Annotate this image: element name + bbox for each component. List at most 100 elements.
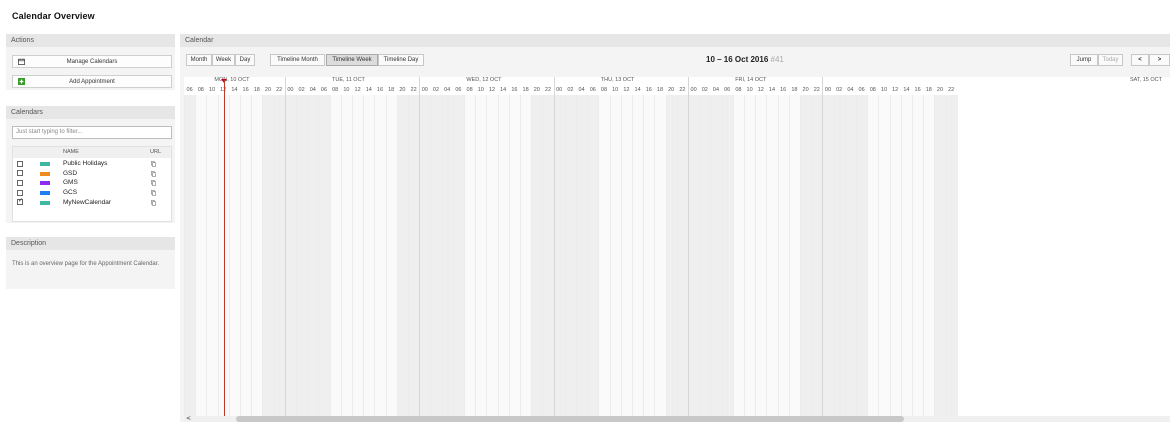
calendar-checkbox[interactable]	[17, 197, 23, 207]
month-view-button[interactable]: Month	[186, 54, 212, 66]
hour-label: 02	[836, 87, 843, 93]
day-view-button[interactable]: Day	[235, 54, 255, 66]
hour-label: 00	[421, 87, 428, 93]
hour-label: 20	[668, 87, 675, 93]
calendar-name: Public Holidays	[63, 160, 108, 167]
copy-url-icon[interactable]	[151, 161, 156, 167]
jump-button[interactable]: Jump	[1070, 54, 1098, 66]
week-number: #41	[770, 55, 784, 64]
hour-label: 18	[253, 87, 260, 93]
hour-label: 14	[768, 87, 776, 93]
hour-label: 14	[634, 87, 641, 93]
previous-button[interactable]: <	[1131, 54, 1149, 66]
hour-label: 04	[309, 87, 316, 93]
hour-label: 08	[197, 87, 204, 93]
hour-label: 22	[679, 87, 686, 93]
hour-label: 20	[264, 87, 272, 93]
hour-label: 04	[578, 87, 585, 93]
hour-label: 12	[354, 87, 361, 93]
calendar-color-swatch	[40, 171, 50, 176]
hour-label: 18	[388, 87, 395, 93]
timeline-month-button[interactable]: Timeline Month	[270, 54, 325, 66]
hour-label: 16	[242, 87, 249, 93]
day-separator	[419, 77, 421, 416]
hour-label: 10	[612, 87, 619, 93]
hour-label: 02	[432, 87, 440, 93]
timeline-week-button[interactable]: Timeline Week	[326, 54, 378, 66]
hour-label: 02	[567, 87, 574, 93]
hour-label: 18	[656, 87, 664, 93]
hour-label: 12	[892, 87, 899, 93]
day-label: MON, 10 OCT	[214, 77, 250, 83]
hour-label: 10	[880, 87, 888, 93]
hour-label: 04	[444, 87, 451, 93]
hour-label: 04	[712, 87, 720, 93]
add-appointment-button[interactable]: Add Appointment	[12, 75, 172, 88]
hour-label: 22	[276, 87, 283, 93]
day-label: FRI, 14 OCT	[735, 77, 767, 83]
manage-calendars-button[interactable]: Manage Calendars	[12, 55, 172, 68]
copy-url-icon[interactable]	[151, 180, 156, 187]
calendar-checkbox[interactable]	[17, 170, 23, 177]
hour-label: 10	[477, 87, 484, 93]
copy-url-icon[interactable]	[151, 199, 156, 206]
date-range-title: 10 – 16 Oct 2016 #41	[706, 55, 784, 64]
calendar-name: MyNewCalendar	[63, 198, 112, 206]
hour-label: 14	[365, 87, 372, 93]
hour-label: 12	[488, 87, 496, 93]
hour-label: 00	[690, 87, 697, 93]
scrollbar-thumb[interactable]	[236, 416, 904, 422]
day-label: THU, 13 OCT	[600, 77, 635, 83]
calendar-row: GMS	[13, 178, 171, 188]
hour-label: 22	[813, 87, 820, 93]
hour-label: 16	[914, 87, 921, 93]
hour-slot[interactable]	[945, 95, 958, 416]
day-header-row: MON, 10 OCT TUE, 11 OCT WED, 12 OCT THU, 13…	[184, 77, 1170, 86]
horizontal-scrollbar[interactable]: <	[184, 415, 1170, 422]
calendar-row: GCS	[13, 188, 171, 198]
description-text: This is an overview page for the Appoint…	[12, 261, 160, 267]
hour-label: 14	[903, 87, 910, 93]
hour-label: 00	[556, 87, 563, 93]
hour-label: 08	[332, 87, 339, 93]
calendar-filter-input[interactable]: Just start typing to filter...	[12, 126, 172, 139]
calendar-checkbox[interactable]	[17, 160, 23, 167]
hour-label: 22	[410, 87, 417, 93]
hour-label: 14	[500, 87, 507, 93]
hour-label: 06	[589, 87, 596, 93]
hour-label: 14	[231, 87, 238, 93]
calendar-list: NAME URL Public Holidays GSD GMS GCSMyNewCa…	[12, 146, 172, 222]
copy-url-icon[interactable]	[151, 170, 156, 177]
today-button[interactable]: Today	[1098, 54, 1123, 66]
calendar-row: GSD	[13, 169, 171, 179]
hour-label: 04	[847, 87, 854, 93]
page-title: Calendar Overview	[12, 11, 95, 21]
week-view-button[interactable]: Week	[212, 54, 235, 66]
calendar-checkbox[interactable]	[17, 189, 23, 196]
hour-label: 22	[544, 87, 552, 93]
hour-label: 12	[757, 87, 764, 93]
day-separator	[553, 77, 555, 416]
timeline-day-button[interactable]: Timeline Day	[378, 54, 424, 66]
hour-label: 16	[780, 87, 787, 93]
hour-label: 08	[466, 87, 473, 93]
calendar-color-swatch	[40, 191, 50, 196]
calendars-panel: Calendars Just start typing to filter...…	[6, 106, 175, 223]
calendars-heading: Calendars	[6, 106, 175, 119]
timeline-grid[interactable]: MON, 10 OCT TUE, 11 OCT WED, 12 OCT THU, 13…	[184, 77, 1170, 416]
calendar-checkbox[interactable]	[17, 179, 23, 186]
calendar-toolbar: Month Week Day Timeline Month Timeline W…	[180, 47, 1170, 70]
copy-url-icon[interactable]	[151, 190, 156, 196]
hour-label: 18	[791, 87, 798, 93]
hour-label: 00	[287, 87, 294, 93]
hour-header-row: 06 08 10 12 14 16 18 20 22 00 02 04 06 08 10 12 14 16 18 20…	[184, 86, 1170, 95]
calendar-heading: Calendar	[180, 34, 1170, 47]
calendar-color-swatch	[40, 200, 50, 205]
next-button[interactable]: >	[1149, 54, 1170, 66]
hour-label: 10	[208, 87, 216, 93]
add-appointment-label: Add Appointment	[69, 79, 115, 85]
scroll-left-arrow[interactable]: <	[186, 415, 191, 422]
hour-label: 02	[298, 87, 305, 93]
hour-label: 08	[869, 87, 876, 93]
hour-label: 20	[533, 87, 540, 93]
